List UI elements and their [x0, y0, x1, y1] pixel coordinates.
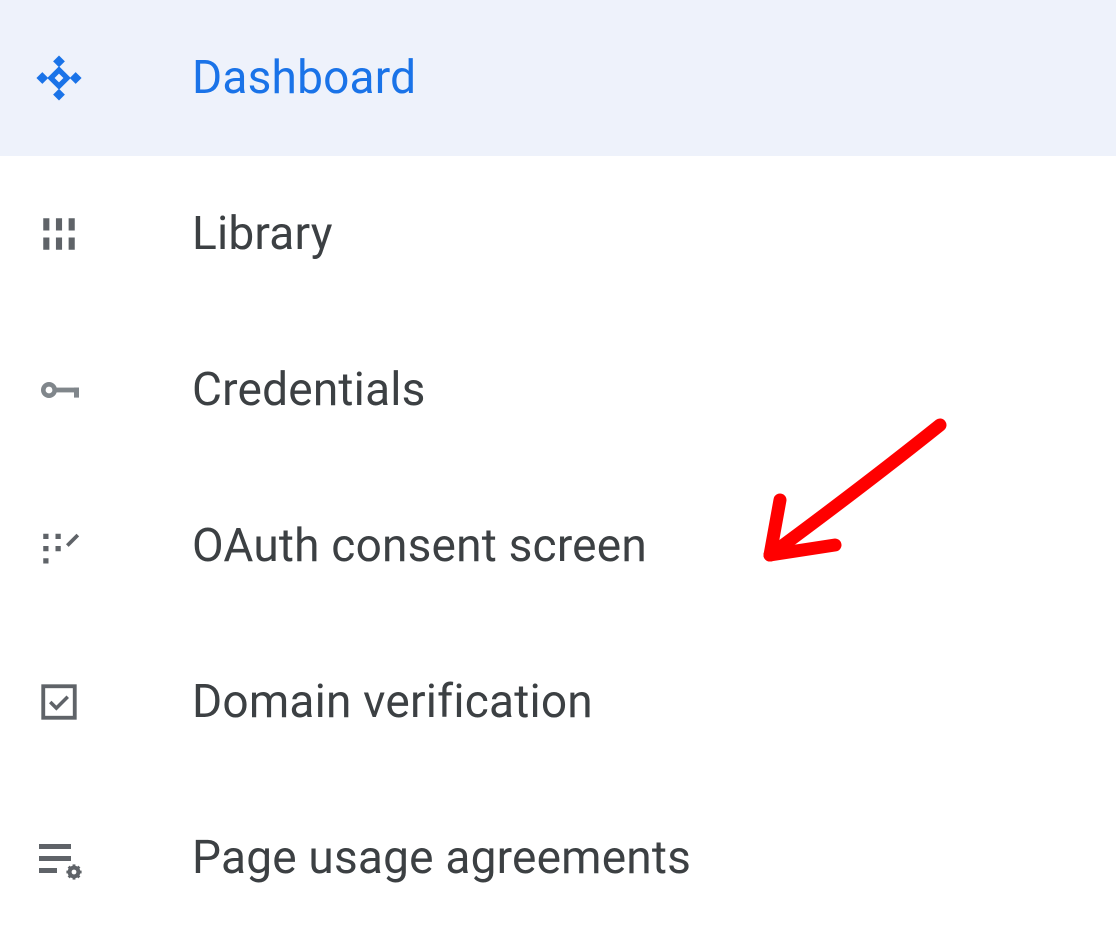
- sidebar-nav: Dashboard Library: [0, 0, 1116, 936]
- sidebar-item-label: Library: [192, 207, 333, 261]
- sidebar-item-page-usage[interactable]: Page usage agreements: [0, 780, 1116, 936]
- library-icon: [34, 209, 84, 259]
- dashboard-icon: [34, 53, 84, 103]
- sidebar-item-label: Domain verification: [192, 675, 593, 729]
- consent-icon: [34, 521, 84, 571]
- sidebar-item-credentials[interactable]: Credentials: [0, 312, 1116, 468]
- sidebar-item-oauth-consent[interactable]: OAuth consent screen: [0, 468, 1116, 624]
- sidebar-item-label: Page usage agreements: [192, 831, 691, 885]
- sidebar-item-label: Dashboard: [192, 51, 416, 105]
- sidebar-item-library[interactable]: Library: [0, 156, 1116, 312]
- sidebar-item-label: Credentials: [192, 363, 426, 417]
- list-settings-icon: [34, 833, 84, 883]
- sidebar-item-domain-verification[interactable]: Domain verification: [0, 624, 1116, 780]
- key-icon: [34, 365, 84, 415]
- checkbox-icon: [34, 677, 84, 727]
- sidebar-item-dashboard[interactable]: Dashboard: [0, 0, 1116, 156]
- sidebar-item-label: OAuth consent screen: [192, 519, 647, 573]
